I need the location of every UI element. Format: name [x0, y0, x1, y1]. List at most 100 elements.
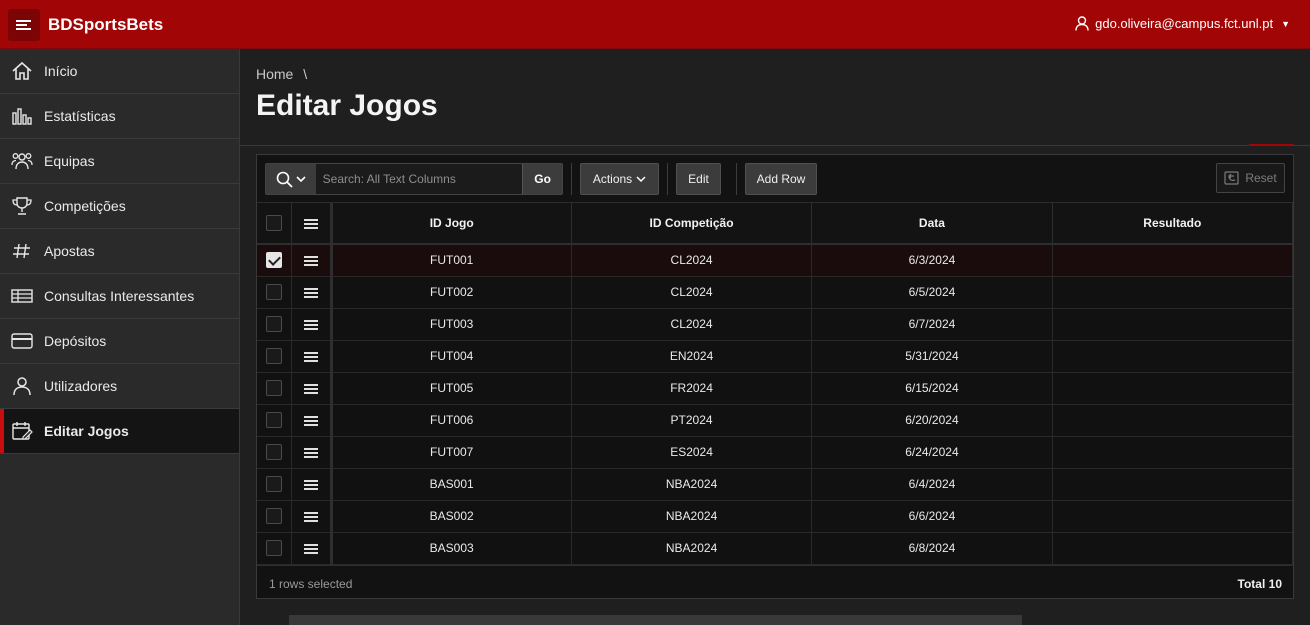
sidebar-item-label: Depósitos	[44, 333, 107, 349]
menu-icon	[303, 218, 318, 229]
cell-id-jogo[interactable]: BAS001	[331, 468, 572, 501]
table-row[interactable]: BAS003 NBA2024 6/8/2024	[257, 532, 1294, 565]
row-checkbox[interactable]	[265, 348, 282, 364]
row-actions-menu-icon[interactable]	[303, 479, 318, 490]
column-header-resultado[interactable]: Resultado	[1052, 203, 1294, 245]
cell-id-competicao[interactable]: ES2024	[571, 436, 813, 469]
table-row[interactable]: FUT004 EN2024 5/31/2024	[257, 340, 1294, 373]
row-checkbox[interactable]	[265, 412, 282, 428]
table-row[interactable]: FUT006 PT2024 6/20/2024	[257, 404, 1294, 437]
sidebar-item-inicio[interactable]: Início	[0, 49, 239, 94]
cell-data[interactable]: 6/6/2024	[811, 500, 1053, 533]
row-checkbox[interactable]	[265, 380, 282, 396]
cell-data[interactable]: 6/7/2024	[811, 308, 1053, 341]
cell-resultado[interactable]	[1052, 276, 1294, 309]
cell-id-competicao[interactable]: CL2024	[571, 276, 813, 309]
cell-resultado[interactable]	[1052, 500, 1294, 533]
row-actions-menu-icon[interactable]	[303, 256, 318, 267]
sidebar-item-utilizadores[interactable]: Utilizadores	[0, 364, 239, 409]
cell-id-jogo[interactable]: FUT006	[331, 404, 572, 437]
row-actions-menu-icon[interactable]	[303, 383, 318, 394]
row-actions-menu-icon[interactable]	[303, 511, 318, 522]
row-checkbox[interactable]	[265, 316, 282, 332]
cell-id-jogo[interactable]: FUT003	[331, 308, 572, 341]
cell-data[interactable]: 6/5/2024	[811, 276, 1053, 309]
actions-menu-button[interactable]: Actions	[580, 163, 659, 195]
table-row[interactable]: FUT003 CL2024 6/7/2024	[257, 308, 1294, 341]
cell-id-jogo[interactable]: FUT007	[331, 436, 572, 469]
breadcrumb: Home \	[256, 66, 307, 82]
cell-resultado[interactable]	[1052, 340, 1294, 373]
cell-id-competicao[interactable]: NBA2024	[571, 468, 813, 501]
cell-id-jogo[interactable]: BAS002	[331, 500, 572, 533]
sidebar-item-equipas[interactable]: Equipas	[0, 139, 239, 184]
row-actions-menu-icon[interactable]	[303, 415, 318, 426]
search-column-button[interactable]	[266, 164, 316, 194]
cell-data[interactable]: 6/4/2024	[811, 468, 1053, 501]
column-header-data[interactable]: Data	[811, 203, 1053, 245]
go-button[interactable]: Go	[522, 164, 562, 194]
sidebar-item-estatisticas[interactable]: Estatísticas	[0, 94, 239, 139]
row-checkbox[interactable]	[265, 444, 282, 460]
row-checkbox[interactable]	[265, 284, 282, 300]
cell-resultado[interactable]	[1052, 468, 1294, 501]
cell-resultado[interactable]	[1052, 244, 1294, 277]
row-checkbox[interactable]	[265, 252, 282, 269]
row-actions-menu-icon[interactable]	[303, 543, 318, 554]
row-checkbox[interactable]	[265, 508, 282, 524]
menu-toggle-button[interactable]	[8, 9, 40, 41]
cell-resultado[interactable]	[1052, 404, 1294, 437]
cell-data[interactable]: 6/3/2024	[811, 244, 1053, 277]
sidebar-item-consultas[interactable]: Consultas Interessantes	[0, 274, 239, 319]
sidebar-item-competicoes[interactable]: Competições	[0, 184, 239, 229]
developer-toolbar[interactable]	[289, 615, 1022, 625]
cell-id-jogo[interactable]: FUT004	[331, 340, 572, 373]
cell-resultado[interactable]	[1052, 532, 1294, 565]
cell-id-jogo[interactable]: FUT005	[331, 372, 572, 405]
cell-resultado[interactable]	[1052, 372, 1294, 405]
select-all-checkbox[interactable]	[265, 215, 282, 231]
edit-button[interactable]: Edit	[676, 163, 721, 195]
table-row[interactable]: FUT005 FR2024 6/15/2024	[257, 372, 1294, 405]
cell-id-jogo[interactable]: FUT002	[331, 276, 572, 309]
cell-data[interactable]: 5/31/2024	[811, 340, 1053, 373]
cell-id-jogo[interactable]: FUT001	[331, 244, 572, 277]
table-row[interactable]: FUT002 CL2024 6/5/2024	[257, 276, 1294, 309]
row-actions-menu-icon[interactable]	[303, 319, 318, 330]
add-row-button[interactable]: Add Row	[745, 163, 817, 195]
sidebar-item-depositos[interactable]: Depósitos	[0, 319, 239, 364]
row-actions-menu-icon[interactable]	[303, 351, 318, 362]
row-actions-cell	[291, 276, 333, 309]
cell-id-competicao[interactable]: CL2024	[571, 308, 813, 341]
search-input[interactable]	[315, 164, 523, 194]
user-menu[interactable]: gdo.oliveira@campus.fct.unl.pt ▼	[1075, 16, 1290, 31]
cell-resultado[interactable]	[1052, 308, 1294, 341]
cell-data[interactable]: 6/24/2024	[811, 436, 1053, 469]
sidebar-item-apostas[interactable]: Apostas	[0, 229, 239, 274]
row-actions-menu-icon[interactable]	[303, 447, 318, 458]
cell-id-competicao[interactable]: NBA2024	[571, 500, 813, 533]
cell-data[interactable]: 6/20/2024	[811, 404, 1053, 437]
sidebar-item-editar-jogos[interactable]: Editar Jogos	[0, 409, 239, 454]
cell-id-competicao[interactable]: PT2024	[571, 404, 813, 437]
cell-id-competicao[interactable]: NBA2024	[571, 532, 813, 565]
reset-button[interactable]: Reset	[1216, 163, 1285, 193]
cell-data[interactable]: 6/8/2024	[811, 532, 1053, 565]
row-actions-menu-icon[interactable]	[303, 287, 318, 298]
cell-id-competicao[interactable]: CL2024	[571, 244, 813, 277]
cell-data[interactable]: 6/15/2024	[811, 372, 1053, 405]
cell-resultado[interactable]	[1052, 436, 1294, 469]
cell-id-competicao[interactable]: EN2024	[571, 340, 813, 373]
cell-id-competicao[interactable]: FR2024	[571, 372, 813, 405]
column-header-id-jogo[interactable]: ID Jogo	[331, 203, 572, 245]
table-row[interactable]: BAS002 NBA2024 6/6/2024	[257, 500, 1294, 533]
row-checkbox[interactable]	[265, 476, 282, 492]
app-title[interactable]: BDSportsBets	[48, 15, 163, 35]
column-header-id-competicao[interactable]: ID Competição	[571, 203, 813, 245]
row-checkbox[interactable]	[265, 540, 282, 556]
table-row[interactable]: FUT001 CL2024 6/3/2024	[257, 244, 1294, 277]
table-row[interactable]: FUT007 ES2024 6/24/2024	[257, 436, 1294, 469]
cell-id-jogo[interactable]: BAS003	[331, 532, 572, 565]
breadcrumb-home-link[interactable]: Home	[256, 66, 293, 82]
table-row[interactable]: BAS001 NBA2024 6/4/2024	[257, 468, 1294, 501]
